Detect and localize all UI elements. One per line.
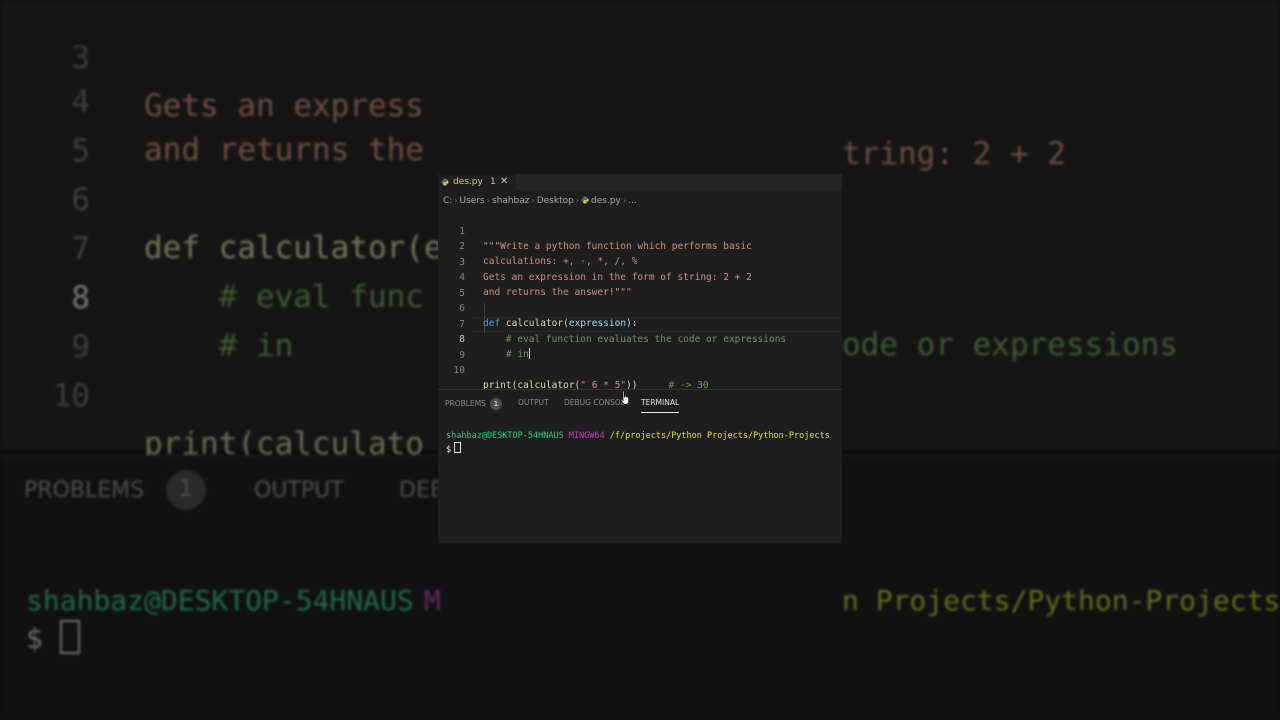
vscode-window: des.py 1 ✕ C: › Users › shahbaz › Desktop › des.…	[438, 174, 842, 543]
breadcrumb-item[interactable]: shahbaz	[492, 196, 530, 206]
terminal-path: /f/projects/Python Projects/Python-Proje…	[609, 431, 830, 441]
code-line: 6 def calculator(expression):	[438, 286, 842, 329]
tab-terminal[interactable]: TERMINAL	[641, 398, 680, 413]
code-line: 10 print(calculator(" 6 * 5")) # -> 30	[438, 348, 842, 391]
bg-code-line: 3 Gets an express tring: 2 + 2	[71, 40, 1066, 172]
terminal-prompt-line: shahbaz@DESKTOP-54HNAUS MINGW64 /f/proje…	[446, 430, 830, 442]
breadcrumb-item[interactable]: Users	[460, 196, 485, 206]
bg-code-line: 4 and returns the	[71, 84, 424, 168]
terminal-user: shahbaz@DESKTOP-54HNAUS	[446, 431, 564, 441]
chevron-right-icon: ›	[454, 196, 458, 205]
code-line: 4 and returns the answer!"""	[438, 255, 842, 298]
bg-terminal-shell: M	[424, 584, 441, 617]
code-line: 7 # eval function evaluates the code or …	[438, 302, 842, 345]
bg-code-line: 6 def calculator(e	[71, 182, 443, 266]
tab-filename: des.py	[453, 177, 483, 187]
breadcrumb-item[interactable]: des.py	[591, 196, 621, 206]
close-icon[interactable]: ✕	[500, 174, 508, 190]
tab-problems[interactable]: PROBLEMS 1	[445, 398, 502, 410]
chevron-right-icon: ›	[622, 196, 627, 205]
bottom-panel: PROBLEMS 1 OUTPUT DEBUG CONSOLE TERMINAL …	[438, 389, 842, 543]
breadcrumb: C: › Users › shahbaz › Desktop › des.py ›...	[443, 195, 637, 207]
code-line: 3 Gets an expression in the form of stri…	[438, 240, 842, 283]
code-line: 1 """Write a python function which perfo…	[438, 209, 842, 252]
python-file-icon	[581, 196, 589, 204]
tab-output[interactable]: OUTPUT	[518, 398, 549, 407]
terminal-input-line: $	[446, 442, 462, 456]
code-line: 2 calculations: +, -, *, /, %	[438, 224, 842, 267]
chevron-right-icon: ›	[531, 196, 535, 205]
python-file-icon	[441, 178, 449, 186]
tab-des-py[interactable]: des.py 1 ✕	[438, 174, 516, 190]
bg-code-line: 5	[71, 133, 90, 169]
code-line: 8 # in	[438, 317, 842, 360]
chevron-right-icon: ›	[575, 196, 580, 205]
problems-badge: 1	[489, 398, 502, 410]
code-line: 9	[438, 333, 842, 361]
bg-terminal-path: n Projects/Python-Projects	[842, 584, 1280, 617]
tab-problem-count: 1	[490, 177, 496, 187]
editor-tab-bar: des.py 1 ✕	[438, 174, 842, 190]
bg-terminal-prompt: $	[26, 620, 80, 655]
breadcrumb-item[interactable]: Desktop	[537, 196, 574, 206]
line-number: 10	[453, 365, 465, 376]
bg-terminal-user: shahbaz@DESKTOP-54HNAUS	[26, 584, 414, 617]
terminal-cursor	[454, 442, 462, 453]
code-line: 5	[438, 271, 842, 299]
breadcrumb-item[interactable]: C:	[443, 196, 452, 206]
breadcrumb-item[interactable]: ...	[628, 196, 637, 206]
hand-pointer-icon	[620, 390, 630, 405]
bg-terminal-cursor	[59, 620, 80, 654]
terminal-shell: MINGW64	[568, 431, 605, 441]
chevron-right-icon: ›	[486, 196, 490, 205]
